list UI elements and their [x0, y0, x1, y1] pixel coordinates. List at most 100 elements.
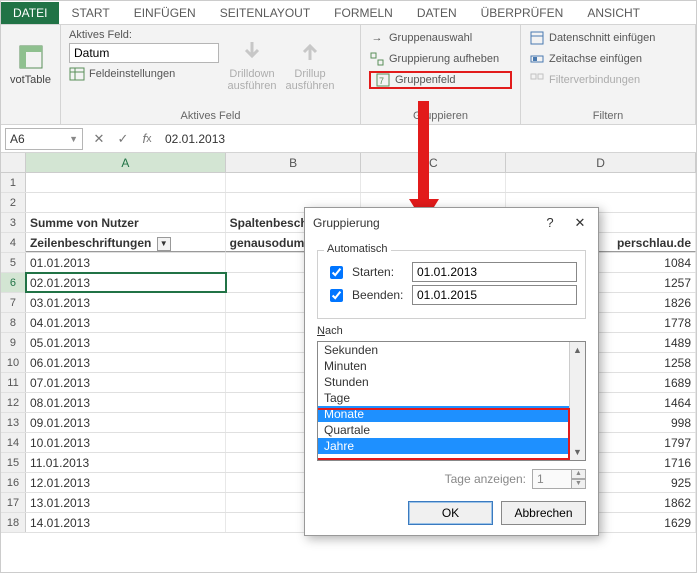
cell[interactable]: 03.01.2013	[26, 293, 226, 312]
tab-seitenlayout[interactable]: SEITENLAYOUT	[208, 2, 322, 24]
row-header[interactable]: 17	[1, 493, 26, 512]
row-header[interactable]: 16	[1, 473, 26, 492]
cell[interactable]: 04.01.2013	[26, 313, 226, 332]
cell[interactable]: 12.01.2013	[26, 473, 226, 492]
fx-icon[interactable]: fx	[135, 128, 159, 150]
list-item[interactable]: Sekunden	[318, 342, 569, 358]
start-input[interactable]	[412, 262, 577, 282]
col-header-c[interactable]: C	[361, 153, 506, 172]
tab-formeln[interactable]: FORMELN	[322, 2, 405, 24]
row-header[interactable]: 18	[1, 513, 26, 532]
row-header[interactable]: 6	[1, 273, 26, 292]
field-settings-label: Feldeinstellungen	[89, 68, 175, 80]
end-checkbox[interactable]	[330, 289, 343, 302]
dialog-title: Gruppierung	[313, 216, 380, 230]
tab-ueberpruefen[interactable]: ÜBERPRÜFEN	[469, 2, 576, 24]
ok-button[interactable]: OK	[408, 501, 493, 525]
col-header-d[interactable]: D	[506, 153, 696, 172]
cell[interactable]: 11.01.2013	[26, 453, 226, 472]
cell[interactable]: 09.01.2013	[26, 413, 226, 432]
grouping-dialog: Gruppierung ? ✕ Automatisch SStarten:tar…	[304, 207, 599, 536]
scroll-up-icon[interactable]: ▲	[573, 342, 582, 358]
group-field-button[interactable]: 7 Gruppenfeld	[369, 71, 512, 89]
start-checkbox[interactable]	[330, 266, 343, 279]
scrollbar[interactable]: ▲ ▼	[569, 342, 585, 460]
list-item[interactable]: Monate	[318, 406, 569, 422]
col-header-a[interactable]: A	[26, 153, 226, 172]
drillup-icon	[295, 36, 325, 66]
row-header[interactable]: 11	[1, 373, 26, 392]
chevron-down-icon[interactable]: ▼	[69, 134, 78, 144]
name-box[interactable]: A6 ▼	[5, 128, 83, 150]
field-settings-icon	[69, 66, 85, 82]
cell[interactable]: 13.01.2013	[26, 493, 226, 512]
cell[interactable]: 01.01.2013	[26, 253, 226, 272]
group-field-icon: 7	[375, 72, 391, 88]
row-header[interactable]: 12	[1, 393, 26, 412]
list-item[interactable]: Quartale	[318, 422, 569, 438]
row-header[interactable]: 7	[1, 293, 26, 312]
formula-bar: A6 ▼ ✕ ✓ fx 02.01.2013	[1, 125, 696, 153]
cell[interactable]: 05.01.2013	[26, 333, 226, 352]
select-all-corner[interactable]	[1, 153, 26, 172]
cell[interactable]: 06.01.2013	[26, 353, 226, 372]
cancel-button[interactable]: Abbrechen	[501, 501, 586, 525]
cell[interactable]: 02.01.2013	[26, 273, 226, 292]
cell[interactable]: 08.01.2013	[26, 393, 226, 412]
drilldown-button: Drilldown ausführen	[227, 29, 277, 99]
by-listbox[interactable]: SekundenMinutenStundenTageMonateQuartale…	[317, 341, 586, 461]
row-header[interactable]: 15	[1, 453, 26, 472]
drilldown-icon	[237, 36, 267, 66]
formula-value[interactable]: 02.01.2013	[159, 132, 696, 146]
enter-icon[interactable]: ✓	[111, 128, 135, 150]
end-input[interactable]	[412, 285, 577, 305]
close-icon[interactable]: ✕	[570, 215, 590, 231]
list-item[interactable]: Tage	[318, 390, 569, 406]
row-header[interactable]: 8	[1, 313, 26, 332]
insert-timeline-button[interactable]: Zeitachse einfügen	[529, 50, 687, 68]
col-header-b[interactable]: B	[226, 153, 362, 172]
pivottable-label: votTable	[10, 74, 51, 86]
tab-ansicht[interactable]: ANSICHT	[575, 2, 652, 24]
days-input	[532, 469, 572, 489]
row-header[interactable]: 3	[1, 213, 26, 232]
tab-daten[interactable]: DATEN	[405, 2, 469, 24]
field-settings-button[interactable]: Feldeinstellungen	[69, 65, 219, 83]
tab-einfuegen[interactable]: EINFÜGEN	[122, 2, 208, 24]
cell[interactable]: Zeilenbeschriftungen ▼	[26, 233, 226, 252]
ungroup-icon	[369, 51, 385, 67]
tab-start[interactable]: START	[59, 2, 121, 24]
ribbon-tabs: DATEI START EINFÜGEN SEITENLAYOUT FORMEL…	[1, 1, 696, 25]
cell[interactable]: 07.01.2013	[26, 373, 226, 392]
filter-dropdown-icon[interactable]: ▼	[157, 237, 171, 251]
cancel-icon[interactable]: ✕	[87, 128, 111, 150]
start-label: SStarten:tarten:	[352, 265, 406, 279]
insert-slicer-button[interactable]: Datenschnitt einfügen	[529, 29, 687, 47]
row-header[interactable]: 9	[1, 333, 26, 352]
ungroup-button[interactable]: Gruppierung aufheben	[369, 50, 512, 68]
cell[interactable]: Summe von Nutzer	[26, 213, 226, 232]
scroll-down-icon[interactable]: ▼	[573, 444, 582, 460]
row-header[interactable]: 14	[1, 433, 26, 452]
active-field-input[interactable]	[69, 43, 219, 63]
row-header[interactable]: 13	[1, 413, 26, 432]
days-label: Tage anzeigen:	[445, 472, 526, 486]
row-header[interactable]: 1	[1, 173, 26, 192]
cell[interactable]: 10.01.2013	[26, 433, 226, 452]
row-header[interactable]: 2	[1, 193, 26, 212]
svg-text:7: 7	[379, 76, 384, 86]
pivottable-button[interactable]: votTable	[9, 29, 52, 99]
list-item[interactable]: Stunden	[318, 374, 569, 390]
help-icon[interactable]: ?	[540, 215, 560, 231]
group-label-active-field: Aktives Feld	[69, 108, 352, 122]
end-label: Beenden:	[352, 288, 406, 302]
group-label-gruppieren: Gruppieren	[369, 108, 512, 122]
row-header[interactable]: 10	[1, 353, 26, 372]
list-item[interactable]: Minuten	[318, 358, 569, 374]
list-item[interactable]: Jahre	[318, 438, 569, 454]
row-header[interactable]: 4	[1, 233, 26, 252]
row-header[interactable]: 5	[1, 253, 26, 272]
tab-datei[interactable]: DATEI	[1, 2, 59, 24]
group-selection-button[interactable]: → Gruppenauswahl	[369, 29, 512, 47]
cell[interactable]: 14.01.2013	[26, 513, 226, 532]
